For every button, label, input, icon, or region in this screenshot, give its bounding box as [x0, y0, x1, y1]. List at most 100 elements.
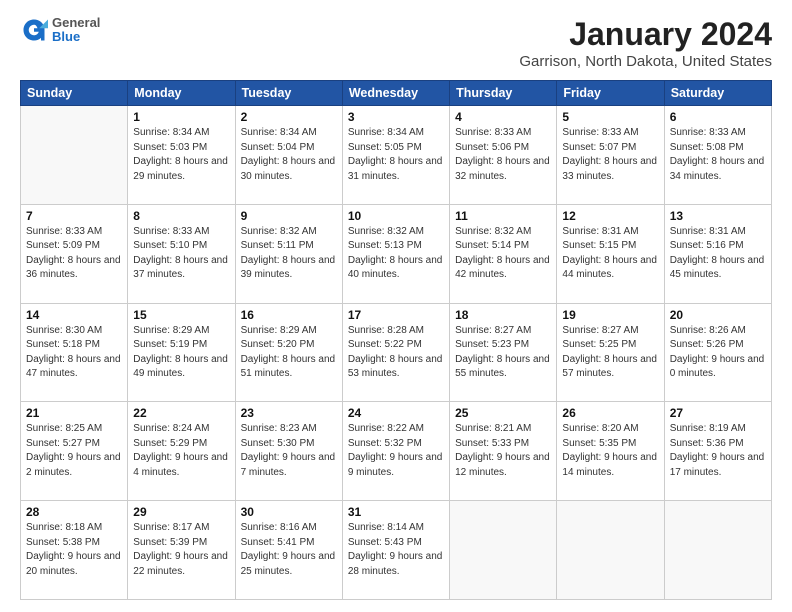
calendar-cell: 29 Sunrise: 8:17 AMSunset: 5:39 PMDayligh… [128, 501, 235, 600]
day-info: Sunrise: 8:33 AMSunset: 5:10 PMDaylight:… [133, 225, 229, 283]
day-number: 24 [348, 406, 444, 420]
title-block: January 2024 Garrison, North Dakota, Uni… [519, 16, 772, 70]
day-number: 5 [562, 110, 658, 124]
calendar-cell [664, 501, 771, 600]
calendar-week-row: 7Sunrise: 8:33 AMSunset: 5:09 PMDaylight… [21, 204, 772, 303]
day-info: Sunrise: 8:33 AMSunset: 5:08 PMDaylight:… [670, 126, 766, 184]
calendar-cell: 20Sunrise: 8:26 AMSunset: 5:26 PMDayligh… [664, 303, 771, 402]
calendar-cell: 15 Sunrise: 8:29 AMSunset: 5:19 PMDayligh… [128, 303, 235, 402]
calendar-cell: 4Sunrise: 8:33 AMSunset: 5:06 PMDaylight… [450, 106, 557, 205]
calendar-cell: 10 Sunrise: 8:32 AMSunset: 5:13 PMDayligh… [342, 204, 449, 303]
day-info: Sunrise: 8:34 AMSunset: 5:03 PMDaylight:… [133, 126, 229, 184]
day-info: Sunrise: 8:17 AMSunset: 5:39 PMDaylight:… [133, 521, 229, 579]
day-info: Sunrise: 8:29 AMSunset: 5:20 PMDaylight:… [241, 324, 337, 382]
calendar-cell: 31 Sunrise: 8:14 AMSunset: 5:43 PMDayligh… [342, 501, 449, 600]
calendar-table: Sunday Monday Tuesday Wednesday Thursday… [20, 80, 772, 600]
day-number: 8 [133, 209, 229, 223]
day-number: 27 [670, 406, 766, 420]
calendar-cell: 25 Sunrise: 8:21 AMSunset: 5:33 PMDayligh… [450, 402, 557, 501]
day-info: Sunrise: 8:18 AMSunset: 5:38 PMDaylight:… [26, 521, 122, 579]
day-info: Sunrise: 8:24 AMSunset: 5:29 PMDaylight:… [133, 422, 229, 480]
day-info: Sunrise: 8:33 AMSunset: 5:06 PMDaylight:… [455, 126, 551, 184]
calendar-cell: 18Sunrise: 8:27 AMSunset: 5:23 PMDayligh… [450, 303, 557, 402]
day-number: 19 [562, 308, 658, 322]
calendar-cell [450, 501, 557, 600]
day-info: Sunrise: 8:19 AMSunset: 5:36 PMDaylight:… [670, 422, 766, 480]
day-info: Sunrise: 8:14 AMSunset: 5:43 PMDaylight:… [348, 521, 444, 579]
calendar-week-row: 14Sunrise: 8:30 AMSunset: 5:18 PMDayligh… [21, 303, 772, 402]
title-month: January 2024 [519, 16, 772, 53]
title-location: Garrison, North Dakota, United States [519, 53, 772, 70]
calendar-cell: 19 Sunrise: 8:27 AMSunset: 5:25 PMDayligh… [557, 303, 664, 402]
day-number: 21 [26, 406, 122, 420]
col-saturday: Saturday [664, 81, 771, 106]
day-number: 26 [562, 406, 658, 420]
logo-text: General Blue [52, 16, 100, 45]
day-info: Sunrise: 8:32 AMSunset: 5:11 PMDaylight:… [241, 225, 337, 283]
calendar-week-row: 1 Sunrise: 8:34 AMSunset: 5:03 PMDaylight… [21, 106, 772, 205]
header: General Blue January 2024 Garrison, Nort… [20, 16, 772, 70]
day-number: 16 [241, 308, 337, 322]
day-info: Sunrise: 8:31 AMSunset: 5:15 PMDaylight:… [562, 225, 658, 283]
day-number: 12 [562, 209, 658, 223]
day-info: Sunrise: 8:21 AMSunset: 5:33 PMDaylight:… [455, 422, 551, 480]
calendar-week-row: 28 Sunrise: 8:18 AMSunset: 5:38 PMDayligh… [21, 501, 772, 600]
day-info: Sunrise: 8:28 AMSunset: 5:22 PMDaylight:… [348, 324, 444, 382]
day-number: 18 [455, 308, 551, 322]
day-number: 29 [133, 505, 229, 519]
logo-icon [20, 16, 48, 44]
calendar-cell: 22 Sunrise: 8:24 AMSunset: 5:29 PMDayligh… [128, 402, 235, 501]
logo: General Blue [20, 16, 100, 45]
day-info: Sunrise: 8:16 AMSunset: 5:41 PMDaylight:… [241, 521, 337, 579]
day-number: 31 [348, 505, 444, 519]
calendar-cell: 2 Sunrise: 8:34 AMSunset: 5:04 PMDaylight… [235, 106, 342, 205]
calendar-cell: 3Sunrise: 8:34 AMSunset: 5:05 PMDaylight… [342, 106, 449, 205]
day-number: 7 [26, 209, 122, 223]
day-info: Sunrise: 8:29 AMSunset: 5:19 PMDaylight:… [133, 324, 229, 382]
day-info: Sunrise: 8:20 AMSunset: 5:35 PMDaylight:… [562, 422, 658, 480]
day-info: Sunrise: 8:25 AMSunset: 5:27 PMDaylight:… [26, 422, 122, 480]
day-number: 22 [133, 406, 229, 420]
day-info: Sunrise: 8:31 AMSunset: 5:16 PMDaylight:… [670, 225, 766, 283]
col-sunday: Sunday [21, 81, 128, 106]
day-info: Sunrise: 8:32 AMSunset: 5:14 PMDaylight:… [455, 225, 551, 283]
day-info: Sunrise: 8:33 AMSunset: 5:07 PMDaylight:… [562, 126, 658, 184]
calendar-cell [557, 501, 664, 600]
day-number: 13 [670, 209, 766, 223]
col-monday: Monday [128, 81, 235, 106]
logo-general-text: General [52, 16, 100, 30]
day-number: 11 [455, 209, 551, 223]
calendar-cell: 17 Sunrise: 8:28 AMSunset: 5:22 PMDayligh… [342, 303, 449, 402]
calendar-cell: 6Sunrise: 8:33 AMSunset: 5:08 PMDaylight… [664, 106, 771, 205]
calendar-cell: 1 Sunrise: 8:34 AMSunset: 5:03 PMDaylight… [128, 106, 235, 205]
day-number: 3 [348, 110, 444, 124]
day-number: 2 [241, 110, 337, 124]
day-number: 25 [455, 406, 551, 420]
day-info: Sunrise: 8:27 AMSunset: 5:25 PMDaylight:… [562, 324, 658, 382]
calendar-cell: 21 Sunrise: 8:25 AMSunset: 5:27 PMDayligh… [21, 402, 128, 501]
col-wednesday: Wednesday [342, 81, 449, 106]
calendar-cell: 27 Sunrise: 8:19 AMSunset: 5:36 PMDayligh… [664, 402, 771, 501]
day-number: 28 [26, 505, 122, 519]
day-info: Sunrise: 8:22 AMSunset: 5:32 PMDaylight:… [348, 422, 444, 480]
day-info: Sunrise: 8:32 AMSunset: 5:13 PMDaylight:… [348, 225, 444, 283]
day-number: 30 [241, 505, 337, 519]
logo-blue-text: Blue [52, 30, 100, 44]
calendar-cell: 7Sunrise: 8:33 AMSunset: 5:09 PMDaylight… [21, 204, 128, 303]
calendar-cell: 12 Sunrise: 8:31 AMSunset: 5:15 PMDayligh… [557, 204, 664, 303]
calendar-cell: 30 Sunrise: 8:16 AMSunset: 5:41 PMDayligh… [235, 501, 342, 600]
day-number: 15 [133, 308, 229, 322]
day-info: Sunrise: 8:26 AMSunset: 5:26 PMDaylight:… [670, 324, 766, 382]
day-info: Sunrise: 8:34 AMSunset: 5:04 PMDaylight:… [241, 126, 337, 184]
calendar-cell: 24 Sunrise: 8:22 AMSunset: 5:32 PMDayligh… [342, 402, 449, 501]
calendar-cell: 16 Sunrise: 8:29 AMSunset: 5:20 PMDayligh… [235, 303, 342, 402]
day-number: 10 [348, 209, 444, 223]
calendar-cell: 14Sunrise: 8:30 AMSunset: 5:18 PMDayligh… [21, 303, 128, 402]
day-number: 17 [348, 308, 444, 322]
day-number: 1 [133, 110, 229, 124]
calendar-week-row: 21 Sunrise: 8:25 AMSunset: 5:27 PMDayligh… [21, 402, 772, 501]
calendar-cell: 5 Sunrise: 8:33 AMSunset: 5:07 PMDaylight… [557, 106, 664, 205]
day-number: 14 [26, 308, 122, 322]
day-number: 9 [241, 209, 337, 223]
day-number: 23 [241, 406, 337, 420]
